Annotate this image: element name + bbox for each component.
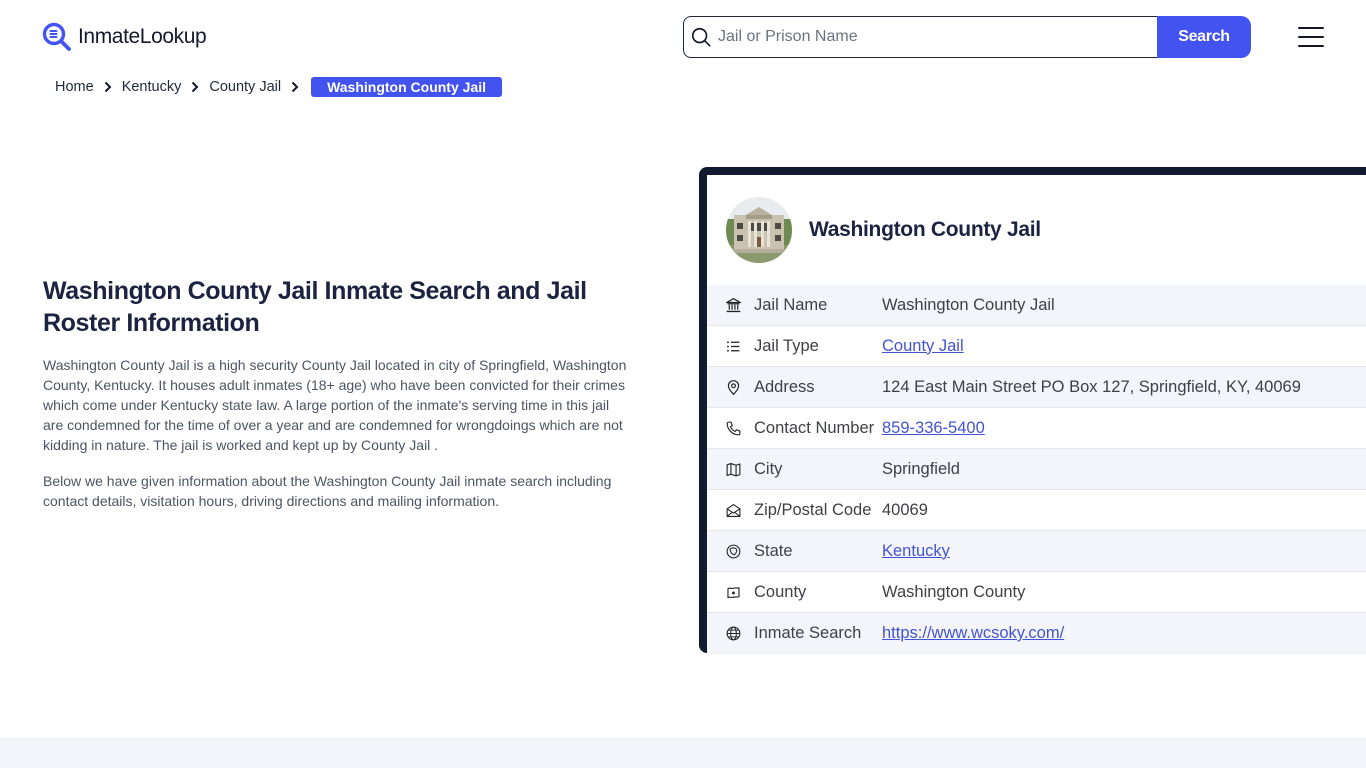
chevron-right-icon xyxy=(192,81,199,93)
hamburger-icon-line xyxy=(1298,45,1324,47)
detail-label: Zip/Postal Code xyxy=(754,500,872,519)
detail-row-contact-number: Contact Number 859-336-5400 xyxy=(707,408,1366,449)
building-columns-icon xyxy=(723,295,743,315)
detail-row-jail-name: Jail Name Washington County Jail xyxy=(707,285,1366,326)
jail-info-card: Washington County Jail Jail Name Washing… xyxy=(699,167,1366,654)
search-icon xyxy=(691,27,711,47)
phone-icon xyxy=(723,418,743,438)
page-title: Washington County Jail Inmate Search and… xyxy=(43,277,587,337)
breadcrumb: Home Kentucky County Jail Washington Cou… xyxy=(55,76,502,98)
detail-label: State xyxy=(754,541,793,560)
footer-band xyxy=(0,738,1366,768)
breadcrumb-home[interactable]: Home xyxy=(55,79,94,95)
logo-text: InmateLookup xyxy=(78,25,207,48)
county-map-icon xyxy=(723,582,743,602)
detail-row-address: Address 124 East Main Street PO Box 127,… xyxy=(707,367,1366,408)
jail-building-avatar xyxy=(726,197,792,263)
mail-open-icon xyxy=(723,500,743,520)
detail-label: Jail Type xyxy=(754,336,819,355)
chevron-right-icon xyxy=(104,81,112,93)
breadcrumb-state[interactable]: Kentucky xyxy=(122,79,182,95)
state-badge-icon xyxy=(723,541,743,561)
detail-label: Inmate Search xyxy=(754,624,862,642)
detail-label: Jail Name xyxy=(754,295,828,314)
detail-label: Contact Number xyxy=(754,418,875,437)
intro-paragraph: Below we have given information about th… xyxy=(43,473,612,509)
phone-link[interactable]: 859-336-5400 xyxy=(882,419,985,437)
breadcrumb-current: Washington County Jail xyxy=(311,77,502,97)
detail-label: Address xyxy=(754,377,815,396)
detail-value: 40069 xyxy=(882,500,928,519)
detail-row-jail-type: Jail Type County Jail xyxy=(707,326,1366,367)
card-title: Washington County Jail xyxy=(809,218,1041,241)
hamburger-icon-line xyxy=(1298,36,1324,38)
detail-value: Washington County Jail xyxy=(882,295,1055,314)
detail-row-county: County Washington County xyxy=(707,572,1366,613)
inmate-search-link[interactable]: https://www.wcsoky.com/ xyxy=(882,624,1064,642)
globe-icon xyxy=(723,624,743,644)
detail-row-inmate-search: Inmate Search https://www.wcsoky.com/ xyxy=(707,613,1366,654)
detail-row-city: City Springfield xyxy=(707,449,1366,490)
jail-details-table: Jail Name Washington County Jail Jail Ty… xyxy=(707,285,1366,654)
logo-link[interactable]: InmateLookup xyxy=(42,22,207,52)
detail-label: County xyxy=(754,582,807,601)
hamburger-icon-line xyxy=(1298,27,1324,29)
detail-value: Washington County xyxy=(882,582,1026,601)
site-header: InmateLookup Search xyxy=(0,0,1366,72)
search-button[interactable]: Search xyxy=(1157,16,1251,58)
card-header: Washington County Jail xyxy=(707,175,1366,285)
map-icon xyxy=(723,459,743,479)
jail-type-link[interactable]: County Jail xyxy=(882,337,964,355)
search-field xyxy=(683,16,1157,58)
search-form: Search xyxy=(683,16,1251,58)
courthouse-image-icon xyxy=(726,197,792,263)
logo-magnifier-icon xyxy=(42,22,71,51)
state-link[interactable]: Kentucky xyxy=(882,542,950,560)
detail-row-zip-code: Zip/Postal Code 40069 xyxy=(707,490,1366,531)
breadcrumb-jail-type[interactable]: County Jail xyxy=(209,79,281,95)
intro-section: Washington County Jail Inmate Search and… xyxy=(43,275,633,511)
detail-value: Springfield xyxy=(882,459,960,478)
detail-row-state: State Kentucky xyxy=(707,531,1366,572)
detail-label: City xyxy=(754,459,783,478)
search-input[interactable] xyxy=(712,17,1157,57)
detail-value: 124 East Main Street PO Box 127, Springf… xyxy=(882,377,1301,396)
map-pin-icon xyxy=(723,377,743,397)
intro-paragraph: Washington County Jail is a high securit… xyxy=(43,357,627,453)
list-icon xyxy=(723,336,743,356)
hamburger-menu-button[interactable] xyxy=(1298,27,1324,47)
chevron-right-icon xyxy=(291,81,299,93)
